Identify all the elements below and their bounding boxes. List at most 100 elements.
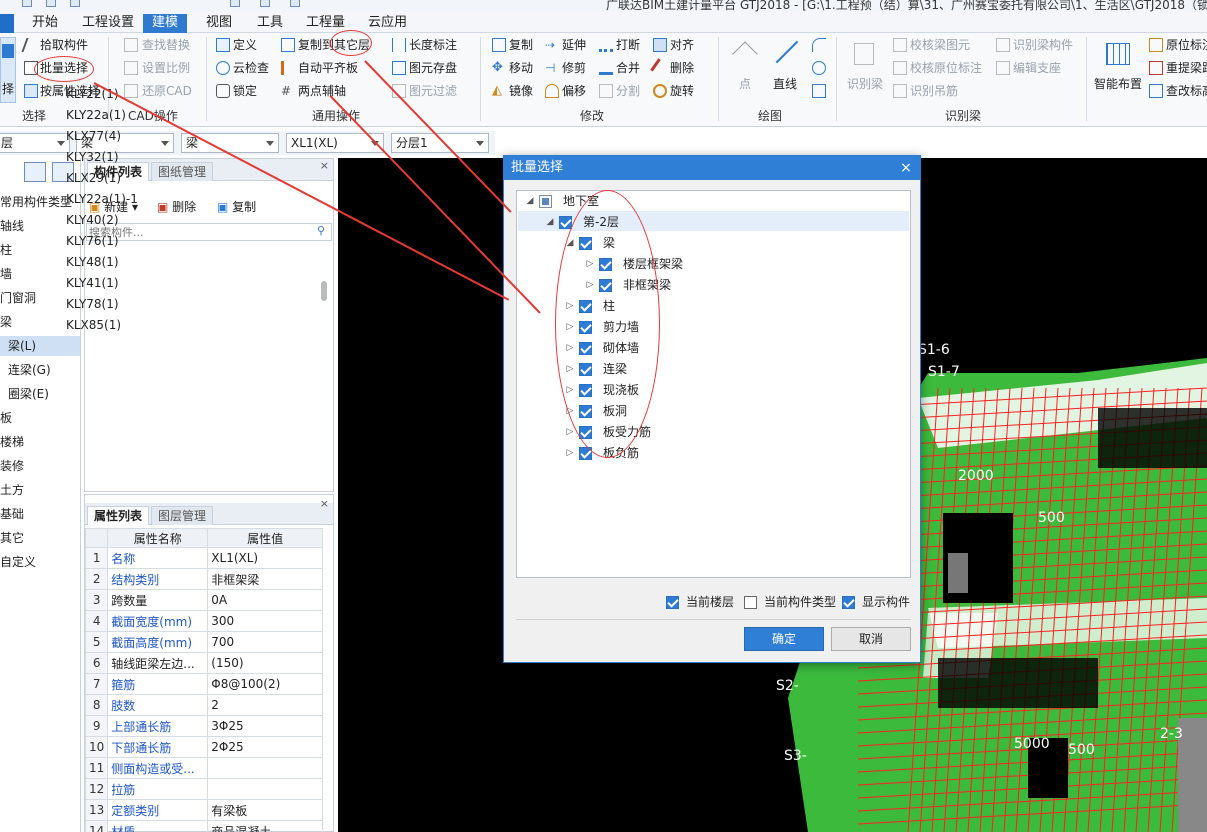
nav-item[interactable]: 梁(L) [0, 336, 80, 356]
nav-item[interactable]: 其它 [0, 528, 80, 548]
split-button[interactable]: 分割 [616, 81, 640, 101]
restore-cad-button[interactable]: 还原CAD [142, 81, 192, 101]
property-value[interactable]: 有梁板 [207, 799, 323, 821]
component-list-item[interactable]: KLX85(1) [66, 315, 121, 335]
property-row[interactable]: 10 下部通长筋 2Φ25 [85, 736, 323, 758]
property-value[interactable]: 0A [207, 589, 323, 611]
delete-component-button[interactable]: ▣ 删除 [157, 197, 196, 217]
edit-support-button[interactable]: 编辑支座 [1013, 58, 1061, 78]
component-list-item[interactable]: KLY22(1) [66, 84, 119, 104]
merge-button[interactable]: 合并 [616, 58, 640, 78]
select-big-button[interactable]: 择 [0, 37, 16, 103]
property-row[interactable]: 5 截面高度(mm) 700 [85, 631, 323, 653]
trim-button[interactable]: 修剪 [562, 58, 586, 78]
property-value[interactable] [207, 757, 323, 779]
component-list-item[interactable]: KLX29(1) [66, 168, 121, 188]
property-row[interactable]: 3 跨数量 0A [85, 589, 323, 611]
property-value[interactable]: 非框架梁 [207, 568, 323, 590]
set-scale-button[interactable]: 设置比例 [142, 58, 190, 78]
align-dropdown[interactable]: 对齐 [670, 35, 694, 55]
tab-quantities[interactable]: 工程量 [304, 14, 347, 33]
nav-item[interactable]: 自定义 [0, 552, 80, 572]
element-save-dropdown[interactable]: 图元存盘 [409, 58, 457, 78]
property-row[interactable]: 1 名称 XL1(XL) [85, 547, 323, 569]
check-beam-element-button[interactable]: 校核梁图元 [910, 35, 970, 55]
arc-icon[interactable] [812, 38, 826, 52]
property-row[interactable]: 14 材质 商品混凝土 [85, 820, 323, 832]
quick-tool-icon[interactable] [230, 0, 240, 7]
property-value[interactable] [207, 778, 323, 800]
mirror-button[interactable]: 镜像 [509, 81, 533, 101]
define-button[interactable]: 定义 [233, 35, 257, 55]
nav-item[interactable]: 装修 [0, 456, 80, 476]
close-icon[interactable]: × [320, 497, 329, 510]
delete-button[interactable]: 删除 [670, 58, 694, 78]
nav-item[interactable]: 板 [0, 408, 80, 428]
lock-dropdown[interactable]: 锁定 [233, 81, 257, 101]
nav-item[interactable]: 连梁(G) [0, 360, 80, 380]
tab-view[interactable]: 视图 [204, 14, 234, 33]
cloud-check-button[interactable]: 云检查 [233, 58, 269, 78]
property-value[interactable]: 2Φ25 [207, 736, 323, 758]
tree-node-basement[interactable]: ◢ 地下室 [517, 191, 907, 211]
identify-beam-component-button[interactable]: 识别梁构件 [1013, 35, 1073, 55]
tab-start[interactable]: 开始 [30, 14, 60, 33]
property-row[interactable]: 7 箍筋 Φ8@100(2) [85, 673, 323, 695]
show-components-checkbox[interactable] [842, 596, 855, 609]
expand-arrow-icon[interactable]: ▷ [565, 443, 575, 463]
collapse-arrow-icon[interactable]: ◢ [525, 191, 535, 211]
rectangle-icon[interactable] [812, 84, 826, 98]
scrollbar-thumb[interactable] [321, 281, 327, 301]
component-list-item[interactable]: KLY48(1) [66, 252, 119, 272]
component-list-item[interactable]: KLY76(1) [66, 231, 119, 251]
identify-hanger-button[interactable]: 识别吊筋 [910, 81, 958, 101]
nav-item[interactable]: 楼梯 [0, 432, 80, 452]
undo-icon[interactable] [46, 0, 56, 7]
element-filter-button[interactable]: 图元过滤 [409, 81, 457, 101]
close-icon[interactable]: × [898, 156, 914, 180]
extend-button[interactable]: 延伸 [562, 35, 586, 55]
component-list-item[interactable]: KLY22a(1)-1 [66, 189, 138, 209]
search-icon[interactable]: ⚲ [317, 224, 325, 237]
smart-layout-button[interactable]: 智能布置 [1092, 37, 1144, 103]
tree-node-component-type[interactable]: ▷ 板负筋 [517, 443, 907, 463]
redo-icon[interactable] [70, 0, 80, 7]
list-view-icon[interactable] [24, 162, 46, 182]
property-row[interactable]: 6 轴线距梁左边... (150) [85, 652, 323, 674]
property-row[interactable]: 2 结构类别 非框架梁 [85, 568, 323, 590]
tab-tools[interactable]: 工具 [255, 14, 285, 33]
nav-item[interactable]: 基础 [0, 504, 80, 524]
pick-component-button[interactable]: 拾取构件 [40, 35, 88, 55]
move-button[interactable]: 移动 [509, 58, 533, 78]
property-value[interactable]: (150) [207, 652, 323, 674]
component-list-item[interactable]: KLY22a(1) [66, 105, 126, 125]
tab-cloud[interactable]: 云应用 [366, 14, 409, 33]
tab-drawing-management[interactable]: 图纸管理 [151, 162, 214, 181]
edit-elevation-button[interactable]: 查改标高 [1166, 81, 1207, 101]
cancel-button[interactable]: 取消 [831, 627, 911, 651]
property-row[interactable]: 11 侧面构造或受... [85, 757, 323, 779]
two-point-axis-dropdown[interactable]: 两点辅轴 [298, 81, 346, 101]
auto-align-slab-button[interactable]: 自动平齐板 [298, 58, 358, 78]
floor-select[interactable]: 层 [0, 133, 70, 153]
close-icon[interactable]: × [320, 159, 329, 172]
component-list-item[interactable]: KLY40(2) [66, 210, 119, 230]
property-row[interactable]: 13 定额类别 有梁板 [85, 799, 323, 821]
property-row[interactable]: 8 肢数 2 [85, 694, 323, 716]
current-type-checkbox[interactable] [744, 596, 757, 609]
search-input[interactable] [86, 223, 332, 241]
component-list-item[interactable]: KLY41(1) [66, 273, 119, 293]
check-origin-label-button[interactable]: 校核原位标注 [910, 58, 982, 78]
save-icon[interactable] [22, 0, 32, 7]
component-list-item[interactable]: KLY32(1) [66, 147, 119, 167]
property-row[interactable]: 12 拉筋 [85, 778, 323, 800]
tab-modeling[interactable]: 建模 [143, 14, 188, 33]
length-dimension-dropdown[interactable]: 长度标注 [409, 35, 457, 55]
property-value[interactable]: 3Φ25 [207, 715, 323, 737]
property-row[interactable]: 4 截面宽度(mm) 300 [85, 610, 323, 632]
property-value[interactable]: 2 [207, 694, 323, 716]
property-value[interactable]: 商品混凝土 [207, 820, 323, 832]
break-button[interactable]: 打断 [616, 35, 640, 55]
property-value[interactable]: Φ8@100(2) [207, 673, 323, 695]
nav-item[interactable]: 圈梁(E) [0, 384, 80, 404]
